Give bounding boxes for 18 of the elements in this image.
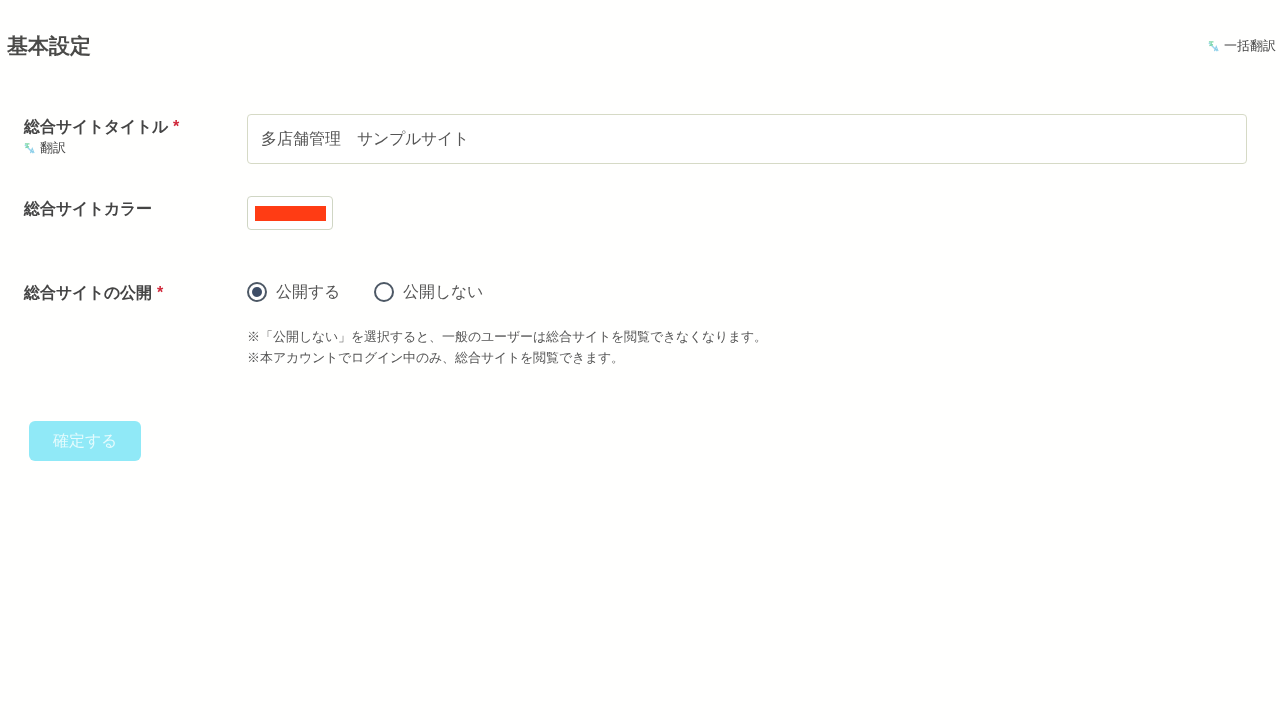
help-text: ※「公開しない」を選択すると、一般のユーザーは総合サイトを閲覧できなくなります。	[247, 328, 768, 346]
radio-option[interactable]: 公開する	[247, 280, 340, 304]
required-mark: *	[157, 283, 164, 303]
help-text: ※本アカウントでログイン中のみ、総合サイトを閲覧できます。	[247, 349, 625, 367]
radio-button[interactable]	[374, 282, 394, 302]
field-label: 総合サイトタイトル	[24, 117, 168, 137]
page-title: 基本設定	[7, 33, 91, 59]
required-mark: *	[173, 117, 180, 137]
text-field[interactable]: 多店舗管理 サンプルサイト	[247, 114, 1247, 164]
field-label: 総合サイトカラー	[24, 199, 152, 219]
translate-icon	[1208, 40, 1219, 52]
radio-option[interactable]: 公開しない	[374, 280, 483, 304]
translate-icon	[24, 142, 35, 154]
translate-link[interactable]: 翻訳	[24, 139, 66, 157]
field-label: 総合サイトの公開	[24, 283, 152, 303]
color-picker-button[interactable]	[247, 196, 333, 230]
bulk-translate-link[interactable]: 一括翻訳	[1208, 37, 1276, 55]
radio-button[interactable]	[247, 282, 267, 302]
